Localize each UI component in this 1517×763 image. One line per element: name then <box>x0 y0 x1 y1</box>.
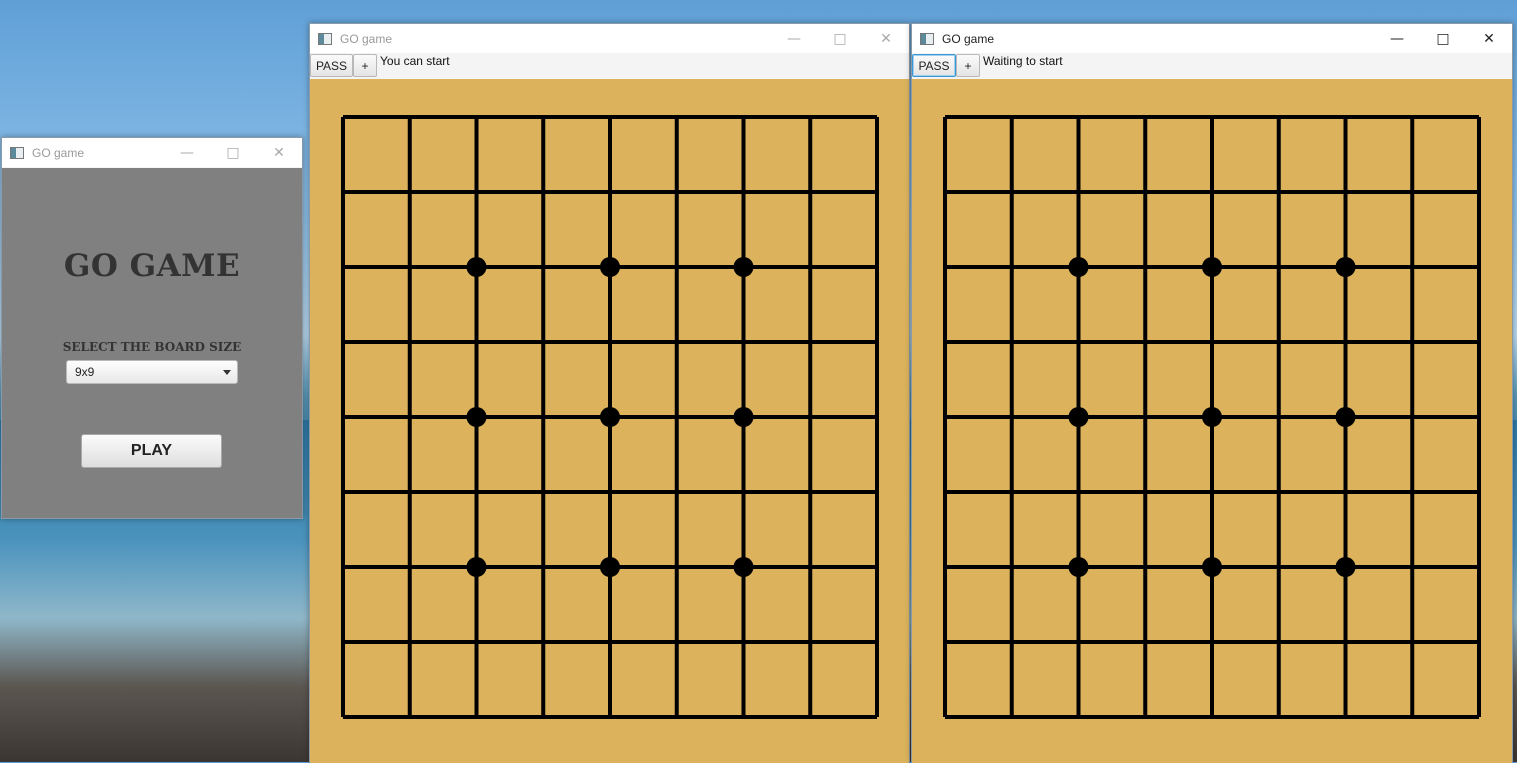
star-point <box>1068 407 1089 427</box>
plus-button[interactable]: + <box>353 54 377 77</box>
star-point <box>733 407 754 427</box>
app-icon <box>920 32 934 45</box>
star-point <box>466 407 487 427</box>
star-point <box>1068 557 1089 577</box>
status-text: You can start <box>380 54 450 68</box>
window-title: GO game <box>942 31 995 46</box>
pass-button[interactable]: PASS <box>912 54 956 77</box>
star-point <box>600 557 620 577</box>
menu-window: GO game — □ ✕ GO GAME SELECT THE BOARD S… <box>1 137 303 519</box>
plus-button[interactable]: + <box>956 54 980 77</box>
minimize-icon[interactable]: — <box>1374 24 1420 53</box>
board-grid[interactable] <box>310 79 909 763</box>
maximize-icon[interactable]: □ <box>817 24 863 53</box>
star-point <box>733 257 754 277</box>
game-toolbar-2: PASS + Waiting to start <box>912 53 1512 78</box>
status-text: Waiting to start <box>983 54 1063 68</box>
maximize-icon[interactable]: □ <box>210 138 256 167</box>
star-point <box>600 407 620 427</box>
minimize-icon[interactable]: — <box>164 138 210 167</box>
maximize-icon[interactable]: □ <box>1420 24 1466 53</box>
window-title: GO game <box>340 31 393 46</box>
go-board-1[interactable] <box>310 79 909 763</box>
game-titlebar-1[interactable]: GO game — □ ✕ <box>310 24 909 53</box>
app-icon <box>10 146 24 159</box>
pass-button[interactable]: PASS <box>310 54 353 77</box>
minimize-icon[interactable]: — <box>771 24 817 53</box>
close-icon[interactable]: ✕ <box>256 138 302 167</box>
go-board-2[interactable] <box>912 79 1512 763</box>
app-icon <box>318 32 332 45</box>
dropdown-arrow-icon <box>223 370 231 375</box>
star-point <box>466 557 487 577</box>
play-button[interactable]: PLAY <box>81 434 222 468</box>
menu-titlebar[interactable]: GO game — □ ✕ <box>2 138 302 167</box>
star-point <box>1068 257 1089 277</box>
game-titlebar-2[interactable]: GO game — □ ✕ <box>912 24 1512 53</box>
star-point <box>1335 257 1356 277</box>
close-icon[interactable]: ✕ <box>1466 24 1512 53</box>
star-point <box>1202 407 1222 427</box>
game-window-1: GO game — □ ✕ PASS + You can start <box>309 23 910 763</box>
game-toolbar-1: PASS + You can start <box>310 53 909 78</box>
star-point <box>1202 557 1222 577</box>
star-point <box>1202 257 1222 277</box>
board-size-label: SELECT THE BOARD SIZE <box>62 340 242 354</box>
star-point <box>733 557 754 577</box>
game-window-2: GO game — □ ✕ PASS + Waiting to start <box>911 23 1513 763</box>
star-point <box>1335 407 1356 427</box>
menu-panel: GO GAME SELECT THE BOARD SIZE 9x9 PLAY <box>2 168 302 518</box>
window-title: GO game <box>32 145 85 160</box>
star-point <box>466 257 487 277</box>
board-size-select[interactable]: 9x9 <box>66 360 238 384</box>
board-size-value: 9x9 <box>75 365 95 379</box>
star-point <box>600 257 620 277</box>
board-grid[interactable] <box>912 79 1512 763</box>
star-point <box>1335 557 1356 577</box>
game-heading: GO GAME <box>63 248 241 284</box>
close-icon[interactable]: ✕ <box>863 24 909 53</box>
